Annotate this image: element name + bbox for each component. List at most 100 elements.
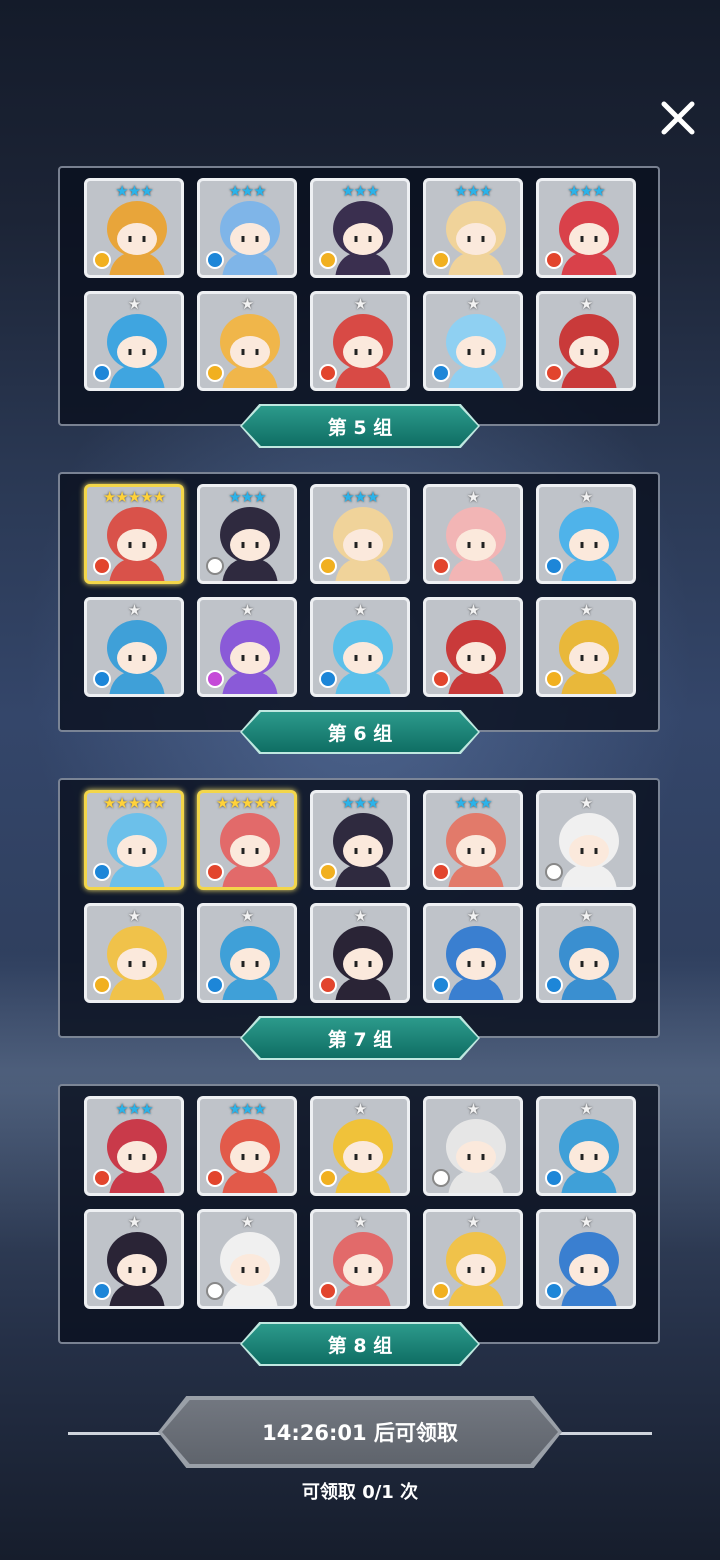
hero-card[interactable]: ★ <box>536 291 636 391</box>
hero-card[interactable]: ★★★ <box>197 178 297 278</box>
hero-card[interactable]: ★★★ <box>423 790 523 890</box>
hero-eye <box>368 848 372 854</box>
hero-grid: ★★★★★ ★★★ ★★★ ★ ★ ★ ★ ★ ★ ★ <box>84 484 638 697</box>
hero-face <box>456 1254 496 1286</box>
star-rating: ★ <box>353 907 367 925</box>
water-element-icon <box>206 251 224 269</box>
hero-face <box>230 223 270 255</box>
light-element-icon <box>206 557 224 575</box>
hero-card[interactable]: ★★★ <box>310 484 410 584</box>
star-rating: ★ <box>466 601 480 619</box>
group-label[interactable]: 第 6 组 <box>242 712 478 752</box>
hero-eye <box>241 848 245 854</box>
hero-card[interactable]: ★ <box>423 597 523 697</box>
hero-eye <box>481 542 485 548</box>
hero-eye <box>241 1267 245 1273</box>
hero-eye <box>354 236 358 242</box>
hero-card[interactable]: ★ <box>310 291 410 391</box>
hero-group: ★★★★★ ★★★★★ ★★★ ★★★ ★ ★ ★ ★ ★ ★ 第 7 组 <box>58 778 660 1060</box>
light-element-icon <box>206 1282 224 1300</box>
hero-card[interactable]: ★★★ <box>84 178 184 278</box>
claim-button[interactable]: 14:26:01 后可领取 <box>162 1400 558 1464</box>
hero-face <box>343 336 383 368</box>
hero-eye <box>594 349 598 355</box>
hero-card[interactable]: ★ <box>197 291 297 391</box>
hero-eye <box>481 349 485 355</box>
hero-card[interactable]: ★★★★★ <box>84 790 184 890</box>
hero-card[interactable]: ★ <box>536 1209 636 1309</box>
hero-eye <box>142 848 146 854</box>
hero-card[interactable]: ★★★★★ <box>84 484 184 584</box>
hero-card[interactable]: ★★★ <box>310 178 410 278</box>
hero-eye <box>467 848 471 854</box>
hero-card[interactable]: ★★★ <box>84 1096 184 1196</box>
hero-eye <box>580 961 584 967</box>
hero-face <box>569 642 609 674</box>
hero-eye <box>255 1154 259 1160</box>
hero-card[interactable]: ★ <box>310 903 410 1003</box>
hero-card[interactable]: ★ <box>84 597 184 697</box>
hero-card[interactable]: ★ <box>536 597 636 697</box>
hero-card[interactable]: ★ <box>310 1096 410 1196</box>
wind-element-icon <box>432 1282 450 1300</box>
hero-card[interactable]: ★★★ <box>197 1096 297 1196</box>
hero-card[interactable]: ★ <box>423 903 523 1003</box>
water-element-icon <box>432 976 450 994</box>
hero-card[interactable]: ★ <box>197 597 297 697</box>
hero-eye <box>594 655 598 661</box>
hero-card[interactable]: ★★★ <box>197 484 297 584</box>
hero-card[interactable]: ★ <box>197 1209 297 1309</box>
hero-card[interactable]: ★ <box>423 484 523 584</box>
wind-element-icon <box>319 251 337 269</box>
hero-eye <box>142 236 146 242</box>
group-label[interactable]: 第 7 组 <box>242 1018 478 1058</box>
water-element-icon <box>206 976 224 994</box>
fire-element-icon <box>545 364 563 382</box>
hero-card[interactable]: ★ <box>423 291 523 391</box>
star-rating: ★ <box>240 1213 254 1231</box>
hero-card[interactable]: ★ <box>423 1096 523 1196</box>
hero-card[interactable]: ★ <box>84 903 184 1003</box>
hero-eye <box>368 349 372 355</box>
fire-element-icon <box>432 670 450 688</box>
hero-card[interactable]: ★★★ <box>310 790 410 890</box>
hero-card[interactable]: ★★★★★ <box>197 790 297 890</box>
hero-card[interactable]: ★ <box>84 1209 184 1309</box>
water-element-icon <box>545 1282 563 1300</box>
hero-card[interactable]: ★ <box>84 291 184 391</box>
claim-area: 14:26:01 后可领取 可领取 0/1 次 <box>0 1390 720 1510</box>
star-rating: ★ <box>127 907 141 925</box>
hero-card[interactable]: ★ <box>536 903 636 1003</box>
hero-eye <box>368 1154 372 1160</box>
hero-card[interactable]: ★ <box>197 903 297 1003</box>
hero-card[interactable]: ★ <box>423 1209 523 1309</box>
hero-eye <box>128 542 132 548</box>
light-element-icon <box>545 863 563 881</box>
hero-card[interactable]: ★ <box>536 790 636 890</box>
star-rating: ★ <box>353 1213 367 1231</box>
hero-card[interactable]: ★ <box>310 1209 410 1309</box>
star-rating: ★ <box>353 1100 367 1118</box>
star-rating: ★★★ <box>341 182 379 200</box>
star-rating: ★ <box>127 295 141 313</box>
fire-element-icon <box>319 364 337 382</box>
hero-card[interactable]: ★★★ <box>536 178 636 278</box>
hero-card[interactable]: ★ <box>536 484 636 584</box>
hero-eye <box>368 655 372 661</box>
hero-eye <box>142 961 146 967</box>
hero-eye <box>481 1267 485 1273</box>
hero-eye <box>580 848 584 854</box>
hero-face <box>456 835 496 867</box>
hero-eye <box>580 655 584 661</box>
group-label[interactable]: 第 8 组 <box>242 1324 478 1364</box>
close-button[interactable] <box>656 96 700 140</box>
hero-eye <box>354 1267 358 1273</box>
hero-card[interactable]: ★ <box>536 1096 636 1196</box>
hero-face <box>569 948 609 980</box>
star-rating: ★★★ <box>454 182 492 200</box>
group-label[interactable]: 第 5 组 <box>242 406 478 446</box>
hero-grid: ★★★ ★★★ ★★★ ★★★ ★★★ ★ ★ ★ ★ ★ <box>84 178 638 391</box>
hero-card[interactable]: ★★★ <box>423 178 523 278</box>
hero-card[interactable]: ★ <box>310 597 410 697</box>
dark-element-icon <box>206 670 224 688</box>
